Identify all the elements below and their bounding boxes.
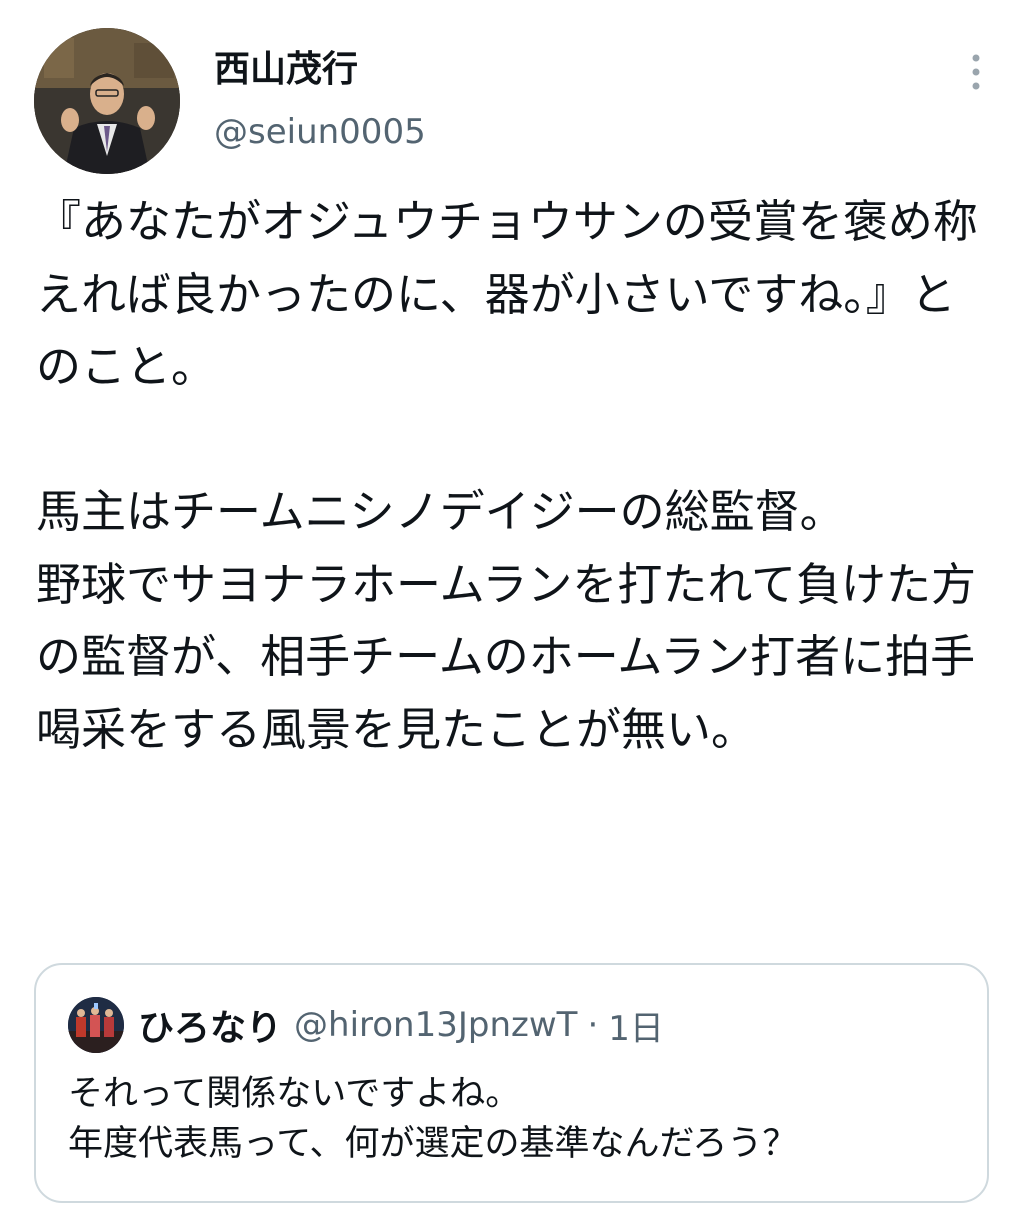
group-photo-avatar-icon: [68, 997, 124, 1053]
more-vertical-icon: [972, 54, 980, 90]
separator-dot: ·: [587, 1005, 599, 1045]
quoted-timestamp: 1日: [608, 1008, 664, 1049]
person-photo-avatar-icon: [34, 28, 180, 174]
tweet-text: 『あなたがオジュウチョウサンの受賞を褒め称えれば良かったのに、器が小さいですね。…: [36, 195, 978, 756]
quoted-tweet-header: ひろなり @hiron13JpnzwT · 1日: [68, 995, 664, 1055]
author-avatar[interactable]: [34, 28, 180, 174]
author-names: 西山茂行 @seiun0005: [214, 46, 426, 154]
more-options-button[interactable]: [964, 48, 988, 96]
quoted-tweet-text: それって関係ないですよね。 年度代表馬って、何が選定の基準なんだろう？: [68, 1074, 798, 1164]
author-handle[interactable]: @seiun0005: [214, 110, 426, 154]
quoted-author-avatar: [68, 997, 124, 1053]
quoted-author-display-name: ひろなり: [138, 1008, 283, 1049]
quoted-author-handle: @hiron13JpnzwT: [294, 1005, 578, 1045]
tweet-header: 西山茂行 @seiun0005: [34, 28, 994, 178]
tweet: 西山茂行 @seiun0005 『あなたがオジュウチョウサンの受賞を褒め称えれば…: [0, 0, 1024, 1223]
quoted-tweet-card[interactable]: ひろなり @hiron13JpnzwT · 1日 それって関係ないですよね。 年…: [34, 963, 989, 1203]
author-display-name[interactable]: 西山茂行: [214, 46, 426, 94]
